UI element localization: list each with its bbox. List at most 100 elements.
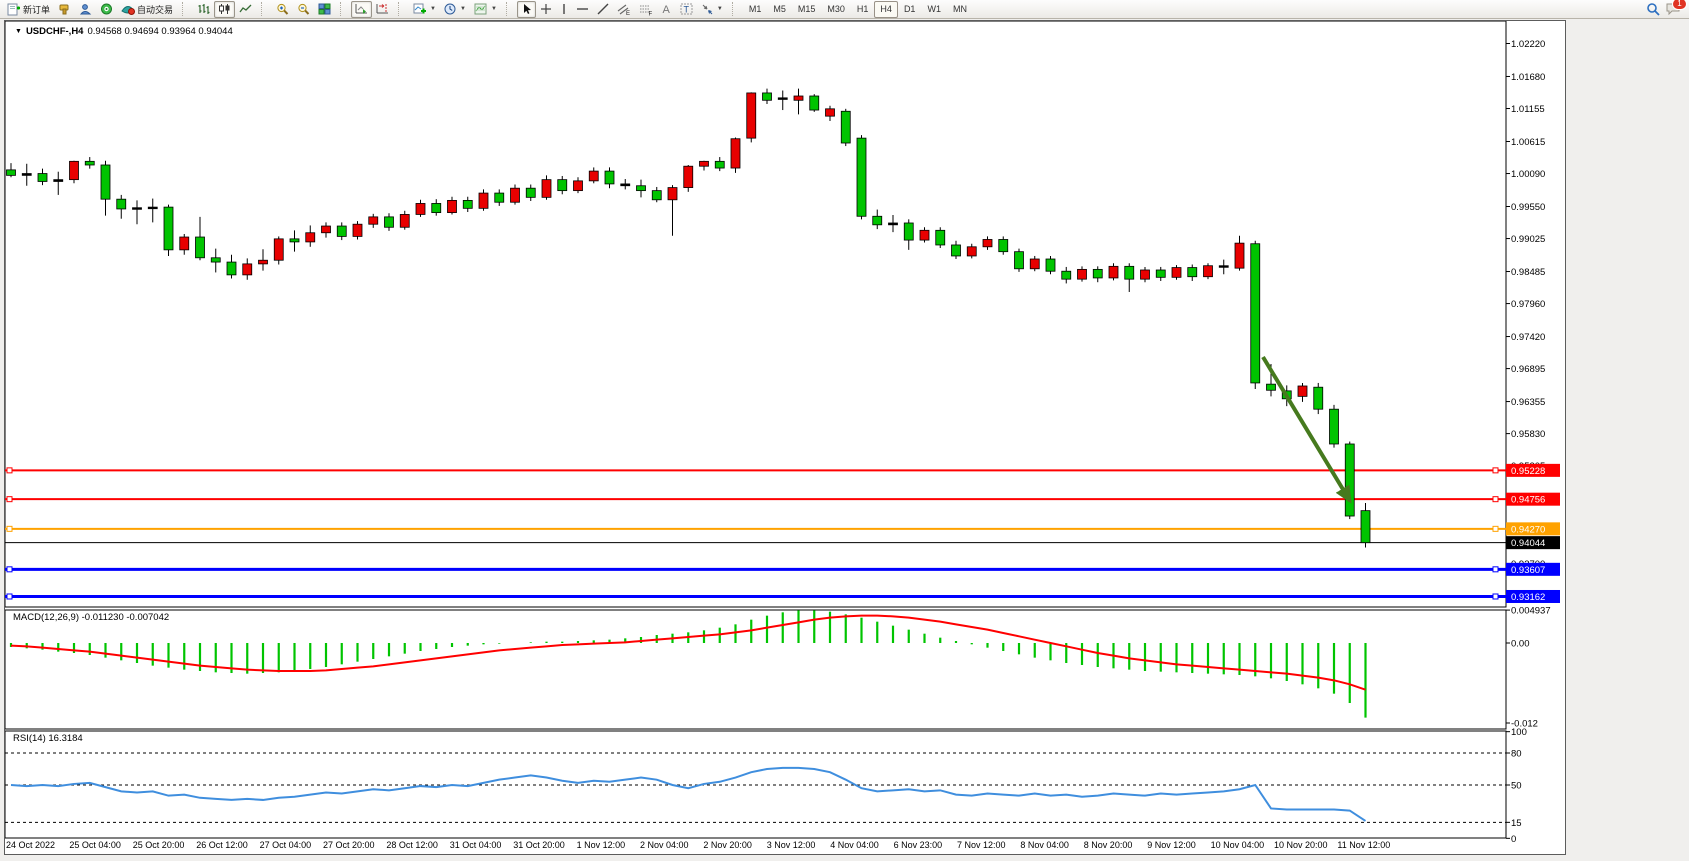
line-anchor-handle[interactable] [7, 497, 12, 502]
candle-body [7, 170, 16, 175]
text-tool-button[interactable]: A [657, 1, 676, 18]
zoom-in-button[interactable] [272, 1, 293, 18]
line-anchor-handle[interactable] [7, 594, 12, 599]
candle-body [1345, 444, 1354, 516]
autotrade-label: 自动交易 [137, 3, 173, 16]
time-axis-label: 7 Nov 12:00 [957, 840, 1006, 850]
candle-body [1046, 259, 1055, 271]
candle-body [904, 223, 913, 240]
candle-body [274, 239, 283, 260]
timeframe-button-M1[interactable]: M1 [743, 1, 768, 18]
line-anchor-handle[interactable] [1493, 497, 1498, 502]
terminal-button[interactable] [75, 1, 96, 18]
chart-candles-button[interactable] [214, 1, 235, 18]
objects-button[interactable] [54, 1, 75, 18]
vertical-line-icon [560, 3, 568, 15]
candle-body [1314, 387, 1323, 409]
timeframe-button-H1[interactable]: H1 [851, 1, 875, 18]
search-icon[interactable] [1646, 2, 1660, 16]
candle-body [1267, 384, 1276, 390]
dropdown-caret: ▼ [430, 6, 436, 12]
candle-body [542, 180, 551, 198]
crosshair-tool-button[interactable] [536, 1, 556, 18]
new-order-label: 新订单 [23, 3, 50, 16]
candle-body [369, 217, 378, 224]
fibonacci-tool-button[interactable]: F [635, 1, 657, 18]
new-order-button[interactable]: 新订单 [3, 1, 54, 18]
channel-tool-button[interactable]: E [613, 1, 635, 18]
chart-window: ▼ USDCHF-,H4 0.94568 0.94694 0.93964 0.9… [4, 20, 1566, 855]
candle-body [1219, 266, 1228, 268]
horizontal-line-icon [576, 3, 589, 15]
time-axis-label: 8 Nov 04:00 [1020, 840, 1069, 850]
line-anchor-handle[interactable] [7, 567, 12, 572]
text-label-icon: T [680, 3, 693, 15]
svg-text:F: F [648, 11, 652, 16]
periods-button[interactable]: ▼ [440, 1, 470, 18]
time-axis-label: 31 Oct 04:00 [450, 840, 502, 850]
toolbar-separator [182, 2, 188, 16]
cursor-arrow-icon [521, 3, 532, 15]
candle-body [637, 186, 646, 191]
arrows-tool-button[interactable]: ▼ [697, 1, 727, 18]
macd-panel[interactable] [5, 610, 1506, 729]
candle-body [463, 200, 472, 208]
autotrade-button[interactable]: 自动交易 [117, 1, 177, 18]
cursor-tool-button[interactable] [517, 1, 536, 18]
one-click-trading-toggle[interactable]: ▼ [15, 28, 22, 35]
candle-body [810, 96, 819, 110]
line-anchor-handle[interactable] [7, 526, 12, 531]
notifications-button[interactable]: 1 [1666, 2, 1681, 17]
line-anchor-handle[interactable] [7, 468, 12, 473]
chart-bars-button[interactable] [193, 1, 214, 18]
chart-canvas[interactable]: 1.022201.016801.011551.006151.000900.995… [5, 21, 1563, 857]
line-anchor-handle[interactable] [1493, 594, 1498, 599]
zoom-out-button[interactable] [293, 1, 314, 18]
candle-body [290, 239, 299, 242]
candle-body [826, 109, 835, 116]
time-axis-label: 27 Oct 04:00 [260, 840, 312, 850]
time-axis-label: 28 Oct 12:00 [386, 840, 438, 850]
candle-body [1078, 269, 1087, 279]
y-axis-tick-label: 0.97420 [1511, 332, 1545, 343]
candle-body [133, 208, 142, 210]
timeframe-button-W1[interactable]: W1 [921, 1, 947, 18]
candle-body [448, 200, 457, 212]
candle-body [1172, 268, 1181, 278]
time-axis-label: 31 Oct 20:00 [513, 840, 565, 850]
timeframe-button-M15[interactable]: M15 [792, 1, 822, 18]
line-anchor-handle[interactable] [1493, 567, 1498, 572]
timeframe-button-MN[interactable]: MN [947, 1, 973, 18]
text-label-tool-button[interactable]: T [676, 1, 697, 18]
candle-body [227, 262, 236, 275]
line-anchor-handle[interactable] [1493, 526, 1498, 531]
signals-button[interactable] [96, 1, 117, 18]
time-axis-label: 3 Nov 12:00 [767, 840, 816, 850]
timeframe-button-H4[interactable]: H4 [874, 1, 898, 18]
trendline-tool-button[interactable] [593, 1, 613, 18]
indicators-button[interactable]: ▼ [409, 1, 440, 18]
y-axis-tick-label: 1.02220 [1511, 39, 1545, 50]
tile-windows-button[interactable] [314, 1, 335, 18]
text-icon: A [661, 3, 672, 15]
candle-body [999, 239, 1008, 251]
candle-body [85, 161, 94, 165]
trendline-icon [597, 3, 609, 15]
rsi-scale-label: 50 [1511, 781, 1522, 792]
line-anchor-handle[interactable] [1493, 468, 1498, 473]
chart-shift-button[interactable] [372, 1, 393, 18]
templates-button[interactable]: ▼ [470, 1, 501, 18]
auto-scroll-button[interactable] [351, 1, 372, 18]
crosshair-icon [540, 3, 552, 15]
candle-body [164, 207, 173, 250]
vertical-line-tool-button[interactable] [556, 1, 572, 18]
toolbar-separator [732, 2, 738, 16]
chart-line-button[interactable] [235, 1, 256, 18]
timeframe-button-D1[interactable]: D1 [898, 1, 922, 18]
candle-body [416, 203, 425, 214]
horizontal-line-tool-button[interactable] [572, 1, 593, 18]
timeframe-button-M5[interactable]: M5 [767, 1, 792, 18]
candle-body [1251, 244, 1260, 383]
dropdown-caret: ▼ [491, 6, 497, 12]
timeframe-button-M30[interactable]: M30 [821, 1, 851, 18]
